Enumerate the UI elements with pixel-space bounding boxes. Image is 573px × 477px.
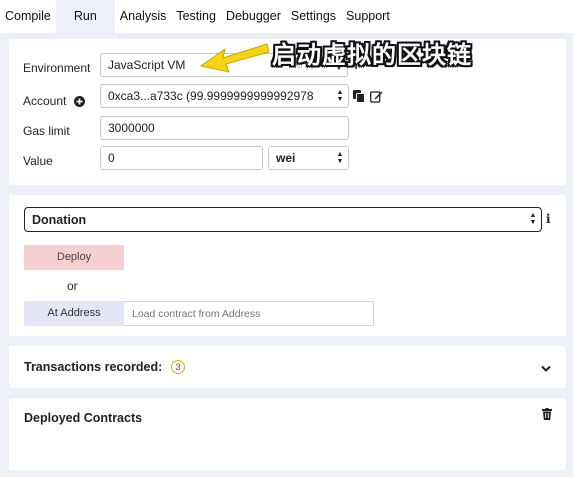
value-row: Value bbox=[23, 152, 53, 170]
address-input[interactable] bbox=[124, 301, 374, 326]
environment-value: JavaScript VM bbox=[108, 58, 186, 72]
account-select[interactable]: 0xca3...a733c (99.9999999999992978 ▲ ▼ bbox=[100, 84, 349, 108]
main-tab-bar: Compile Run Analysis Testing Debugger Se… bbox=[0, 0, 573, 33]
gas-limit-value: 3000000 bbox=[108, 121, 155, 135]
tab-run[interactable]: Run bbox=[55, 0, 115, 33]
transactions-label: Transactions recorded: bbox=[24, 360, 163, 374]
arrow-annotation bbox=[199, 43, 270, 73]
tab-testing[interactable]: Testing bbox=[171, 0, 221, 33]
select-arrows-icon: ▲ ▼ bbox=[336, 89, 344, 103]
tab-analysis[interactable]: Analysis bbox=[115, 0, 172, 33]
at-address-button[interactable]: At Address bbox=[24, 301, 124, 326]
value-amount: 0 bbox=[108, 151, 115, 165]
account-label: Account bbox=[23, 94, 67, 108]
gas-limit-row: Gas limit bbox=[23, 122, 70, 140]
value-unit-select[interactable]: wei ▲ ▼ bbox=[268, 146, 349, 170]
tab-debugger[interactable]: Debugger bbox=[221, 0, 286, 33]
transactions-count-badge: 3 bbox=[171, 360, 185, 374]
transactions-card[interactable]: Transactions recorded: 3 bbox=[9, 346, 566, 388]
gas-limit-label: Gas limit bbox=[23, 124, 70, 138]
value-label: Value bbox=[23, 154, 53, 168]
contract-name: Donation bbox=[32, 212, 87, 227]
environment-label: Environment bbox=[23, 61, 91, 75]
environment-row: Environment bbox=[23, 56, 90, 80]
transactions-count: 3 bbox=[175, 362, 181, 372]
contract-info-icon[interactable]: i bbox=[546, 212, 551, 226]
or-text: or bbox=[67, 279, 78, 293]
copy-icon[interactable] bbox=[353, 90, 365, 103]
tab-compile[interactable]: Compile bbox=[0, 0, 56, 33]
edit-icon[interactable] bbox=[370, 90, 383, 103]
annotation-text: 启动虚拟的区块链 bbox=[272, 41, 472, 69]
account-row: Account bbox=[23, 89, 86, 113]
contract-select[interactable]: Donation ▲ ▼ bbox=[24, 207, 542, 232]
tab-support[interactable]: Support bbox=[341, 0, 395, 33]
select-arrows-icon: ▲ ▼ bbox=[529, 212, 537, 226]
gas-limit-input[interactable]: 3000000 bbox=[100, 116, 349, 140]
deployed-contracts-card: Deployed Contracts bbox=[9, 398, 566, 470]
deployed-contracts-label: Deployed Contracts bbox=[24, 411, 143, 425]
account-value: 0xca3...a733c (99.9999999999992978 bbox=[108, 89, 314, 103]
add-account-icon[interactable] bbox=[74, 95, 86, 107]
select-arrows-icon: ▲ ▼ bbox=[336, 151, 344, 165]
trash-icon[interactable] bbox=[542, 408, 552, 423]
tab-settings[interactable]: Settings bbox=[286, 0, 341, 33]
chevron-down-icon[interactable] bbox=[541, 362, 551, 376]
deploy-button[interactable]: Deploy bbox=[24, 245, 124, 270]
value-input[interactable]: 0 bbox=[100, 146, 263, 170]
value-unit: wei bbox=[276, 151, 296, 165]
